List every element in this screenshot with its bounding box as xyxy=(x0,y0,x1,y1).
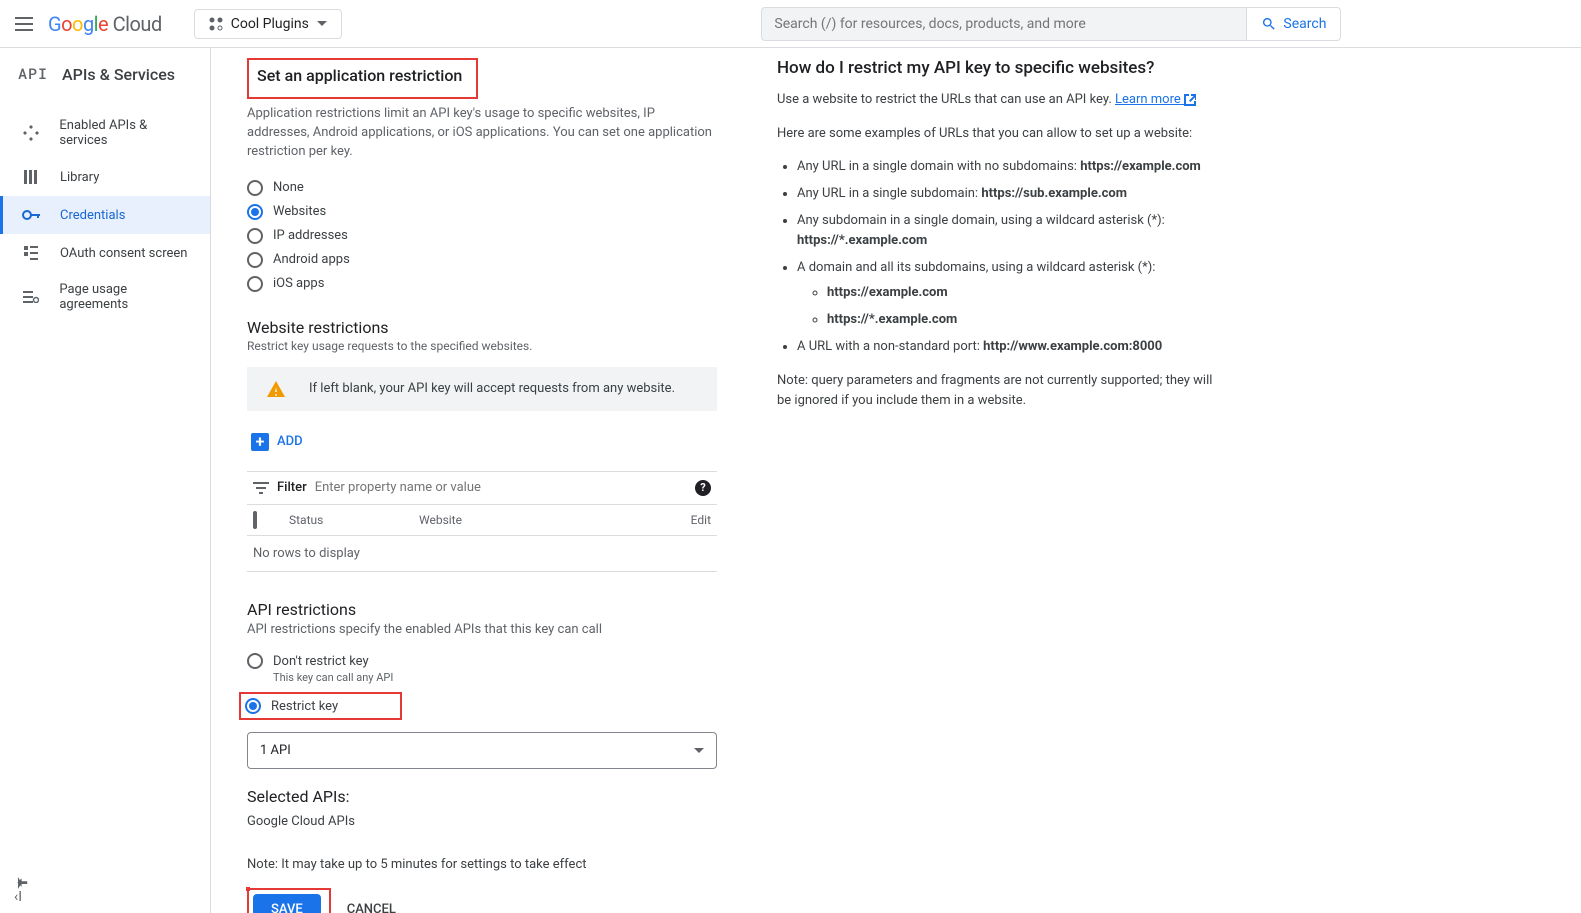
highlight-save: SAVE xyxy=(247,888,331,913)
sidebar-item-enabled[interactable]: Enabled APIs & services xyxy=(0,108,210,158)
radio-none[interactable]: None xyxy=(247,176,717,200)
help-note: Note: query parameters and fragments are… xyxy=(777,371,1217,410)
search-input[interactable] xyxy=(761,7,1246,41)
selected-apis-title: Selected APIs: xyxy=(247,787,717,806)
help-title: How do I restrict my API key to specific… xyxy=(777,58,1217,78)
consent-icon xyxy=(22,244,40,262)
search-button[interactable]: Search xyxy=(1246,7,1341,41)
selected-api: Google Cloud APIs xyxy=(247,814,717,829)
help-item: Any URL in a single subdomain: https://s… xyxy=(797,184,1217,205)
learn-more-link[interactable]: Learn more xyxy=(1115,92,1196,107)
settings-note: Note: It may take up to 5 minutes for se… xyxy=(247,857,717,872)
col-status: Status xyxy=(289,513,419,527)
radio-ip[interactable]: IP addresses xyxy=(247,224,717,248)
help-icon[interactable]: ? xyxy=(695,480,711,496)
radio-icon xyxy=(247,653,263,669)
col-edit: Edit xyxy=(671,513,711,527)
google-cloud-logo[interactable]: Google Cloud xyxy=(48,12,162,36)
project-name: Cool Plugins xyxy=(231,16,309,32)
app-restriction-title: Set an application restriction xyxy=(257,66,462,85)
save-button[interactable]: SAVE xyxy=(253,894,321,913)
add-button[interactable]: + ADD xyxy=(247,429,307,455)
col-website: Website xyxy=(419,513,671,527)
sidebar-item-oauth[interactable]: OAuth consent screen xyxy=(0,234,210,272)
radio-icon xyxy=(247,180,263,196)
sidebar-item-credentials[interactable]: Credentials xyxy=(0,196,210,234)
help-list: Any URL in a single domain with no subdo… xyxy=(777,157,1217,357)
web-restriction-desc: Restrict key usage requests to the speci… xyxy=(247,339,717,353)
warning-box: If left blank, your API key will accept … xyxy=(247,367,717,411)
key-icon xyxy=(22,206,40,224)
help-intro: Use a website to restrict the URLs that … xyxy=(777,90,1217,110)
plus-icon: + xyxy=(251,433,269,451)
top-search-container: Search xyxy=(354,7,1569,41)
examples-intro: Here are some examples of URLs that you … xyxy=(777,124,1217,144)
sidebar-header: API APIs & Services xyxy=(0,48,210,100)
collapse-sidebar-icon[interactable]: ‹І xyxy=(16,877,32,905)
project-icon xyxy=(209,17,223,31)
highlight-app-restriction: Set an application restriction xyxy=(247,58,478,99)
library-icon xyxy=(22,168,40,186)
radio-websites[interactable]: Websites xyxy=(247,200,717,224)
radio-icon xyxy=(247,204,263,220)
select-all-checkbox[interactable] xyxy=(253,511,257,529)
help-item: Any URL in a single domain with no subdo… xyxy=(797,157,1217,178)
search-icon xyxy=(1261,16,1277,32)
help-item: A URL with a non-standard port: http://w… xyxy=(797,337,1217,358)
radio-dont-sub: This key can call any API xyxy=(273,671,717,684)
radio-android[interactable]: Android apps xyxy=(247,248,717,272)
radio-icon xyxy=(247,276,263,292)
top-bar: Google Cloud Cool Plugins Search xyxy=(0,0,1581,48)
web-restriction-title: Website restrictions xyxy=(247,318,717,337)
main-content: Set an application restriction Applicati… xyxy=(211,48,1581,913)
filter-bar: Filter ? xyxy=(247,471,717,505)
sidebar-item-usage[interactable]: Page usage agreements xyxy=(0,272,210,322)
sidebar-item-library[interactable]: Library xyxy=(0,158,210,196)
project-picker[interactable]: Cool Plugins xyxy=(194,9,342,39)
api-dropdown[interactable]: 1 API xyxy=(247,732,717,769)
app-restriction-desc: Application restrictions limit an API ke… xyxy=(247,105,717,162)
radio-icon xyxy=(245,698,261,714)
radio-icon xyxy=(247,252,263,268)
radio-dont-restrict[interactable]: Don't restrict key xyxy=(247,649,717,673)
help-item: Any subdomain in a single domain, using … xyxy=(797,211,1217,253)
help-item: A domain and all its subdomains, using a… xyxy=(797,258,1217,330)
filter-input[interactable] xyxy=(315,480,687,495)
filter-label: Filter xyxy=(277,480,307,495)
radio-icon xyxy=(247,228,263,244)
usage-icon xyxy=(22,288,39,306)
cancel-button[interactable]: CANCEL xyxy=(347,902,396,913)
warning-text: If left blank, your API key will accept … xyxy=(309,381,675,396)
radio-ios[interactable]: iOS apps xyxy=(247,272,717,296)
sidebar: API APIs & Services Enabled APIs & servi… xyxy=(0,48,211,913)
highlight-restrict-key: Restrict key xyxy=(239,692,402,720)
api-restriction-title: API restrictions xyxy=(247,600,717,619)
api-restriction-desc: API restrictions specify the enabled API… xyxy=(247,621,717,640)
filter-icon xyxy=(253,482,269,494)
sidebar-title: APIs & Services xyxy=(62,65,175,84)
no-rows: No rows to display xyxy=(247,536,717,572)
hamburger-icon[interactable] xyxy=(12,12,36,36)
dropdown-icon xyxy=(694,748,704,754)
enabled-icon xyxy=(22,124,39,142)
warning-icon xyxy=(267,381,285,397)
api-icon: API xyxy=(18,64,48,84)
radio-restrict[interactable]: Restrict key xyxy=(245,698,338,714)
table-header: Status Website Edit xyxy=(247,505,717,536)
help-panel: How do I restrict my API key to specific… xyxy=(777,58,1217,873)
dropdown-icon xyxy=(317,21,327,27)
